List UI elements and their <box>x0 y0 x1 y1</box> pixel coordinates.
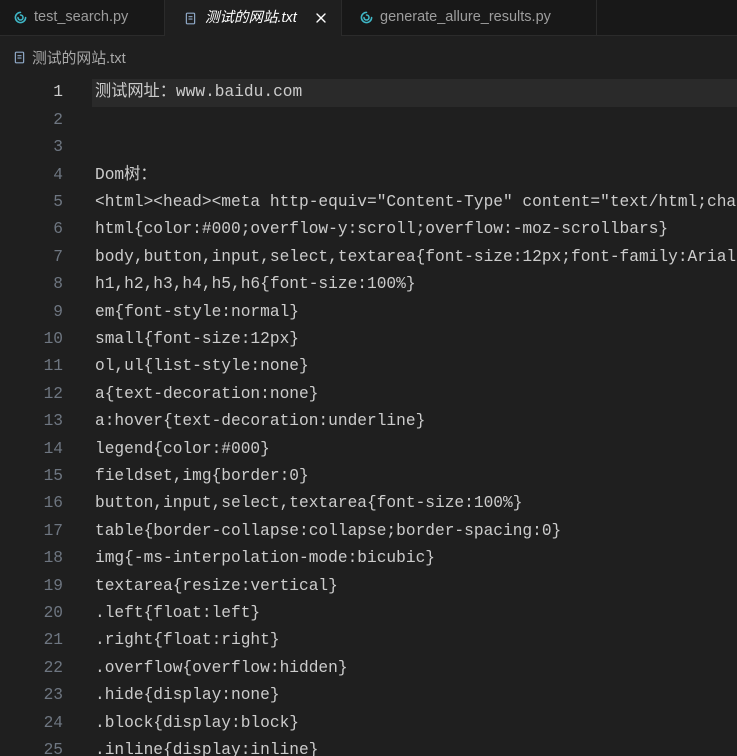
line-number: 5 <box>53 192 63 211</box>
line-text[interactable]: <html><head><meta http-equiv="Content-Ty… <box>95 189 736 216</box>
editor-line[interactable]: 21 .right{float:right} <box>0 627 737 654</box>
line-number: 2 <box>53 110 63 129</box>
editor-line[interactable]: 11 ol,ul{list-style:none} <box>0 353 737 380</box>
line-text[interactable]: 测试网址：www.baidu.com <box>95 79 302 106</box>
editor-line[interactable]: 13 a:hover{text-decoration:underline} <box>0 408 737 435</box>
line-number: 17 <box>43 521 63 540</box>
line-number: 22 <box>43 658 63 677</box>
editor-line[interactable]: 19 textarea{resize:vertical} <box>0 573 737 600</box>
line-number: 21 <box>43 631 63 650</box>
editor-line[interactable]: 4 Dom树： <box>0 162 737 189</box>
line-number: 14 <box>43 439 63 458</box>
line-number: 8 <box>53 275 63 294</box>
tab-label: test_search.py <box>34 9 129 25</box>
line-number: 15 <box>43 466 63 485</box>
editor-line[interactable]: 7 body,button,input,select,textarea{font-… <box>0 244 737 271</box>
text-file-icon <box>14 51 25 64</box>
line-number: 11 <box>43 357 63 376</box>
line-number: 4 <box>53 165 63 184</box>
tab-generate-allure-results-py[interactable]: generate_allure_results.py <box>342 0 597 35</box>
tab-label: generate_allure_results.py <box>380 9 551 25</box>
editor-tab-bar: test_search.py 测试的网站.txt generate_allure… <box>0 0 737 36</box>
line-text[interactable]: .overflow{overflow:hidden} <box>95 655 348 682</box>
editor-line[interactable]: 8 h1,h2,h3,h4,h5,h6{font-size:100%} <box>0 271 737 298</box>
line-number: 9 <box>53 302 63 321</box>
line-number: 18 <box>43 549 63 568</box>
line-number: 16 <box>43 494 63 513</box>
line-number: 25 <box>43 741 63 756</box>
editor-line[interactable]: 9 em{font-style:normal} <box>0 299 737 326</box>
line-text[interactable]: .hide{display:none} <box>95 682 280 709</box>
editor-line[interactable]: 25 .inline{display:inline} <box>0 737 737 756</box>
editor-line[interactable]: 2 <box>0 107 737 134</box>
editor-line[interactable]: 12 a{text-decoration:none} <box>0 381 737 408</box>
editor-line[interactable]: 10 small{font-size:12px} <box>0 326 737 353</box>
line-number: 13 <box>43 412 63 431</box>
line-text[interactable]: textarea{resize:vertical} <box>95 573 338 600</box>
close-icon[interactable] <box>315 12 327 24</box>
editor-line[interactable]: 24 .block{display:block} <box>0 710 737 737</box>
line-text[interactable]: Dom树： <box>95 162 157 189</box>
line-number: 19 <box>43 576 63 595</box>
line-number: 20 <box>43 604 63 623</box>
line-number: 7 <box>53 247 63 266</box>
breadcrumb-file-label[interactable]: 测试的网站.txt <box>32 47 126 68</box>
line-text[interactable]: img{-ms-interpolation-mode:bicubic} <box>95 545 435 572</box>
line-number: 10 <box>43 329 63 348</box>
line-text[interactable]: fieldset,img{border:0} <box>95 463 309 490</box>
line-number: 3 <box>53 138 63 157</box>
line-text[interactable]: .inline{display:inline} <box>95 737 318 756</box>
editor-line[interactable]: 18 img{-ms-interpolation-mode:bicubic} <box>0 545 737 572</box>
editor-line[interactable]: 3 <box>0 134 737 161</box>
line-text[interactable]: body,button,input,select,textarea{font-s… <box>95 244 736 271</box>
line-text[interactable]: .right{float:right} <box>95 627 280 654</box>
editor-lines: 1 测试网址：www.baidu.com 2 3 4 Dom树： 5 <html><head>… <box>0 79 737 756</box>
editor-line[interactable]: 23 .hide{display:none} <box>0 682 737 709</box>
editor-line[interactable]: 20 .left{float:left} <box>0 600 737 627</box>
line-number: 23 <box>43 686 63 705</box>
editor-line[interactable]: 6 html{color:#000;overflow-y:scroll;overf… <box>0 216 737 243</box>
line-number: 6 <box>53 220 63 239</box>
editor-line[interactable]: 15 fieldset,img{border:0} <box>0 463 737 490</box>
editor-line[interactable]: 16 button,input,select,textarea{font-size… <box>0 490 737 517</box>
line-number: 12 <box>43 384 63 403</box>
line-text[interactable]: h1,h2,h3,h4,h5,h6{font-size:100%} <box>95 271 416 298</box>
line-text[interactable]: html{color:#000;overflow-y:scroll;overfl… <box>95 216 668 243</box>
editor-line[interactable]: 1 测试网址：www.baidu.com <box>0 79 737 106</box>
python-icon <box>360 11 373 24</box>
editor-line[interactable]: 22 .overflow{overflow:hidden} <box>0 655 737 682</box>
line-text[interactable]: .block{display:block} <box>95 710 299 737</box>
editor-line[interactable]: 14 legend{color:#000} <box>0 436 737 463</box>
code-editor[interactable]: 1 测试网址：www.baidu.com 2 3 4 Dom树： 5 <html><head>… <box>0 79 737 756</box>
tab-label: 测试的网站.txt <box>205 9 297 26</box>
line-text[interactable]: a{text-decoration:none} <box>95 381 318 408</box>
line-text[interactable]: em{font-style:normal} <box>95 299 299 326</box>
line-text[interactable]: a:hover{text-decoration:underline} <box>95 408 425 435</box>
line-text[interactable]: small{font-size:12px} <box>95 326 299 353</box>
line-number: 24 <box>43 713 63 732</box>
editor-line[interactable]: 17 table{border-collapse:collapse;border-… <box>0 518 737 545</box>
python-icon <box>14 11 27 24</box>
line-text[interactable]: button,input,select,textarea{font-size:1… <box>95 490 522 517</box>
text-file-icon <box>185 12 196 25</box>
line-number: 1 <box>53 83 63 102</box>
breadcrumb[interactable]: 测试的网站.txt <box>0 44 126 70</box>
tab-test-search-py[interactable]: test_search.py <box>0 0 165 35</box>
line-text[interactable]: legend{color:#000} <box>95 436 270 463</box>
line-text[interactable]: ol,ul{list-style:none} <box>95 353 309 380</box>
line-text[interactable]: table{border-collapse:collapse;border-sp… <box>95 518 561 545</box>
editor-line[interactable]: 5 <html><head><meta http-equiv="Content-T… <box>0 189 737 216</box>
tab-test-website-txt[interactable]: 测试的网站.txt <box>165 0 342 36</box>
line-text[interactable]: .left{float:left} <box>95 600 260 627</box>
